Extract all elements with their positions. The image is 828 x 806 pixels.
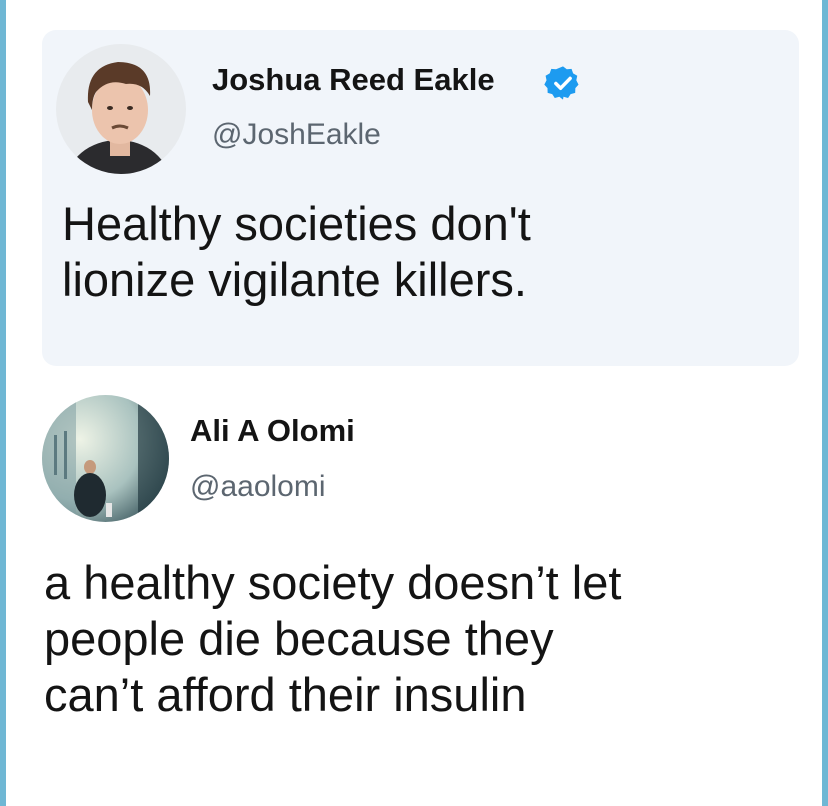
tweet-text-line: a healthy society doesn’t let	[44, 556, 622, 609]
verified-badge-icon	[544, 66, 579, 100]
author-avatar-joshua[interactable]	[56, 44, 186, 174]
author-handle[interactable]: @aaolomi	[190, 470, 326, 504]
author-avatar-ali[interactable]	[42, 395, 169, 522]
tweet-text-line: can’t afford their insulin	[44, 667, 527, 721]
screenshot-frame: Joshua Reed Eakle @JoshEakle Healthy soc…	[0, 0, 828, 806]
author-name[interactable]: Ali A Olomi	[190, 413, 355, 449]
author-name[interactable]: Joshua Reed Eakle	[212, 62, 495, 98]
tweet-text-line: people die because they	[44, 611, 554, 665]
author-handle[interactable]: @JoshEakle	[212, 118, 381, 152]
quoted-tweet-text: Healthy societies don't lionize vigilant…	[62, 196, 782, 308]
tweet-text-line: lionize vigilante killers.	[62, 252, 527, 306]
tweet-text-line: Healthy societies don't	[62, 197, 531, 250]
reply-tweet-text: a healthy society doesn’t let people die…	[44, 555, 814, 723]
